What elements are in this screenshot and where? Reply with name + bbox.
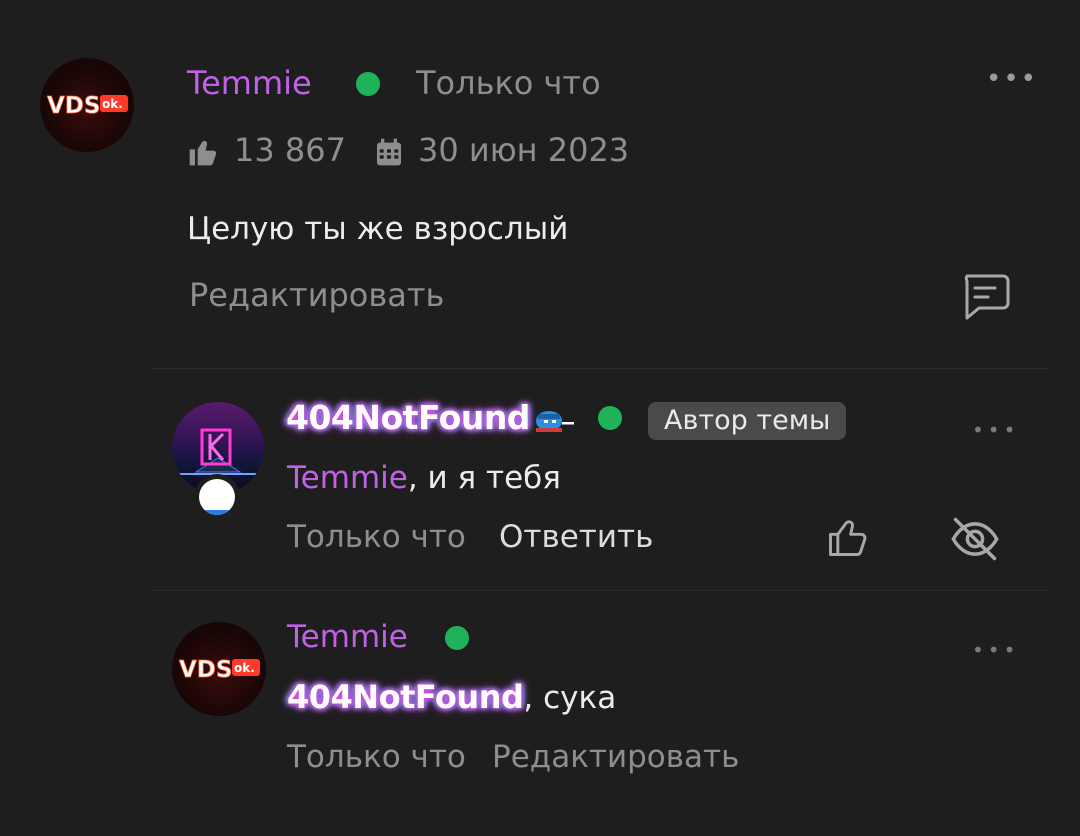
author-badge: Автор темы xyxy=(648,402,847,440)
edit-button[interactable]: Редактировать xyxy=(492,739,739,775)
mention-link[interactable]: Temmie xyxy=(287,460,408,496)
pepe-emoji-icon xyxy=(536,411,574,432)
reply-message: , и я тебя xyxy=(407,460,561,496)
mention-link[interactable]: 404NotFound xyxy=(287,678,524,716)
vds-logo: VDS ok. xyxy=(179,657,260,683)
online-indicator xyxy=(356,72,380,96)
more-options-button[interactable]: ••• xyxy=(986,64,1038,94)
vds-logo: VDS ok. xyxy=(47,93,128,119)
avatar[interactable]: VDS ok. xyxy=(40,58,134,152)
vds-logo-text: VDS xyxy=(47,93,100,119)
post-time: Только что xyxy=(416,64,601,102)
status-avatar-badge xyxy=(194,474,240,520)
divider xyxy=(150,368,1050,369)
avatar[interactable]: VDS ok. xyxy=(172,622,266,716)
reply-button[interactable]: Ответить xyxy=(499,519,653,555)
reply-time: Только что xyxy=(287,739,466,775)
hide-eye-icon[interactable] xyxy=(948,513,1002,565)
reply-text: Temmie, и я тебя xyxy=(287,460,561,496)
post-author[interactable]: Temmie xyxy=(187,64,312,102)
thumbs-up-icon xyxy=(189,140,217,166)
vds-logo-badge: ok. xyxy=(102,97,123,111)
divider xyxy=(150,590,1050,591)
edit-button[interactable]: Редактировать xyxy=(189,276,444,314)
likes-count: 13 867 xyxy=(234,131,346,169)
comment-icon[interactable] xyxy=(957,268,1013,324)
post-body: Целую ты же взрослый xyxy=(187,211,569,247)
calendar-icon xyxy=(377,138,401,166)
more-options-button[interactable]: ••• xyxy=(972,418,1019,442)
more-options-button[interactable]: ••• xyxy=(972,638,1019,662)
reply-text: 404NotFound, сука xyxy=(287,678,616,716)
reply-message: , сука xyxy=(523,680,617,716)
vds-logo-badge: ok. xyxy=(234,661,255,675)
like-icon[interactable] xyxy=(824,516,870,560)
reply-time: Только что xyxy=(287,519,466,555)
reply-author[interactable]: Temmie xyxy=(287,619,408,655)
reply-author[interactable]: 404NotFound xyxy=(286,398,530,437)
online-indicator xyxy=(445,626,469,650)
post-date: 30 июн 2023 xyxy=(418,131,630,169)
online-indicator xyxy=(598,406,622,430)
vds-logo-text: VDS xyxy=(179,657,232,683)
